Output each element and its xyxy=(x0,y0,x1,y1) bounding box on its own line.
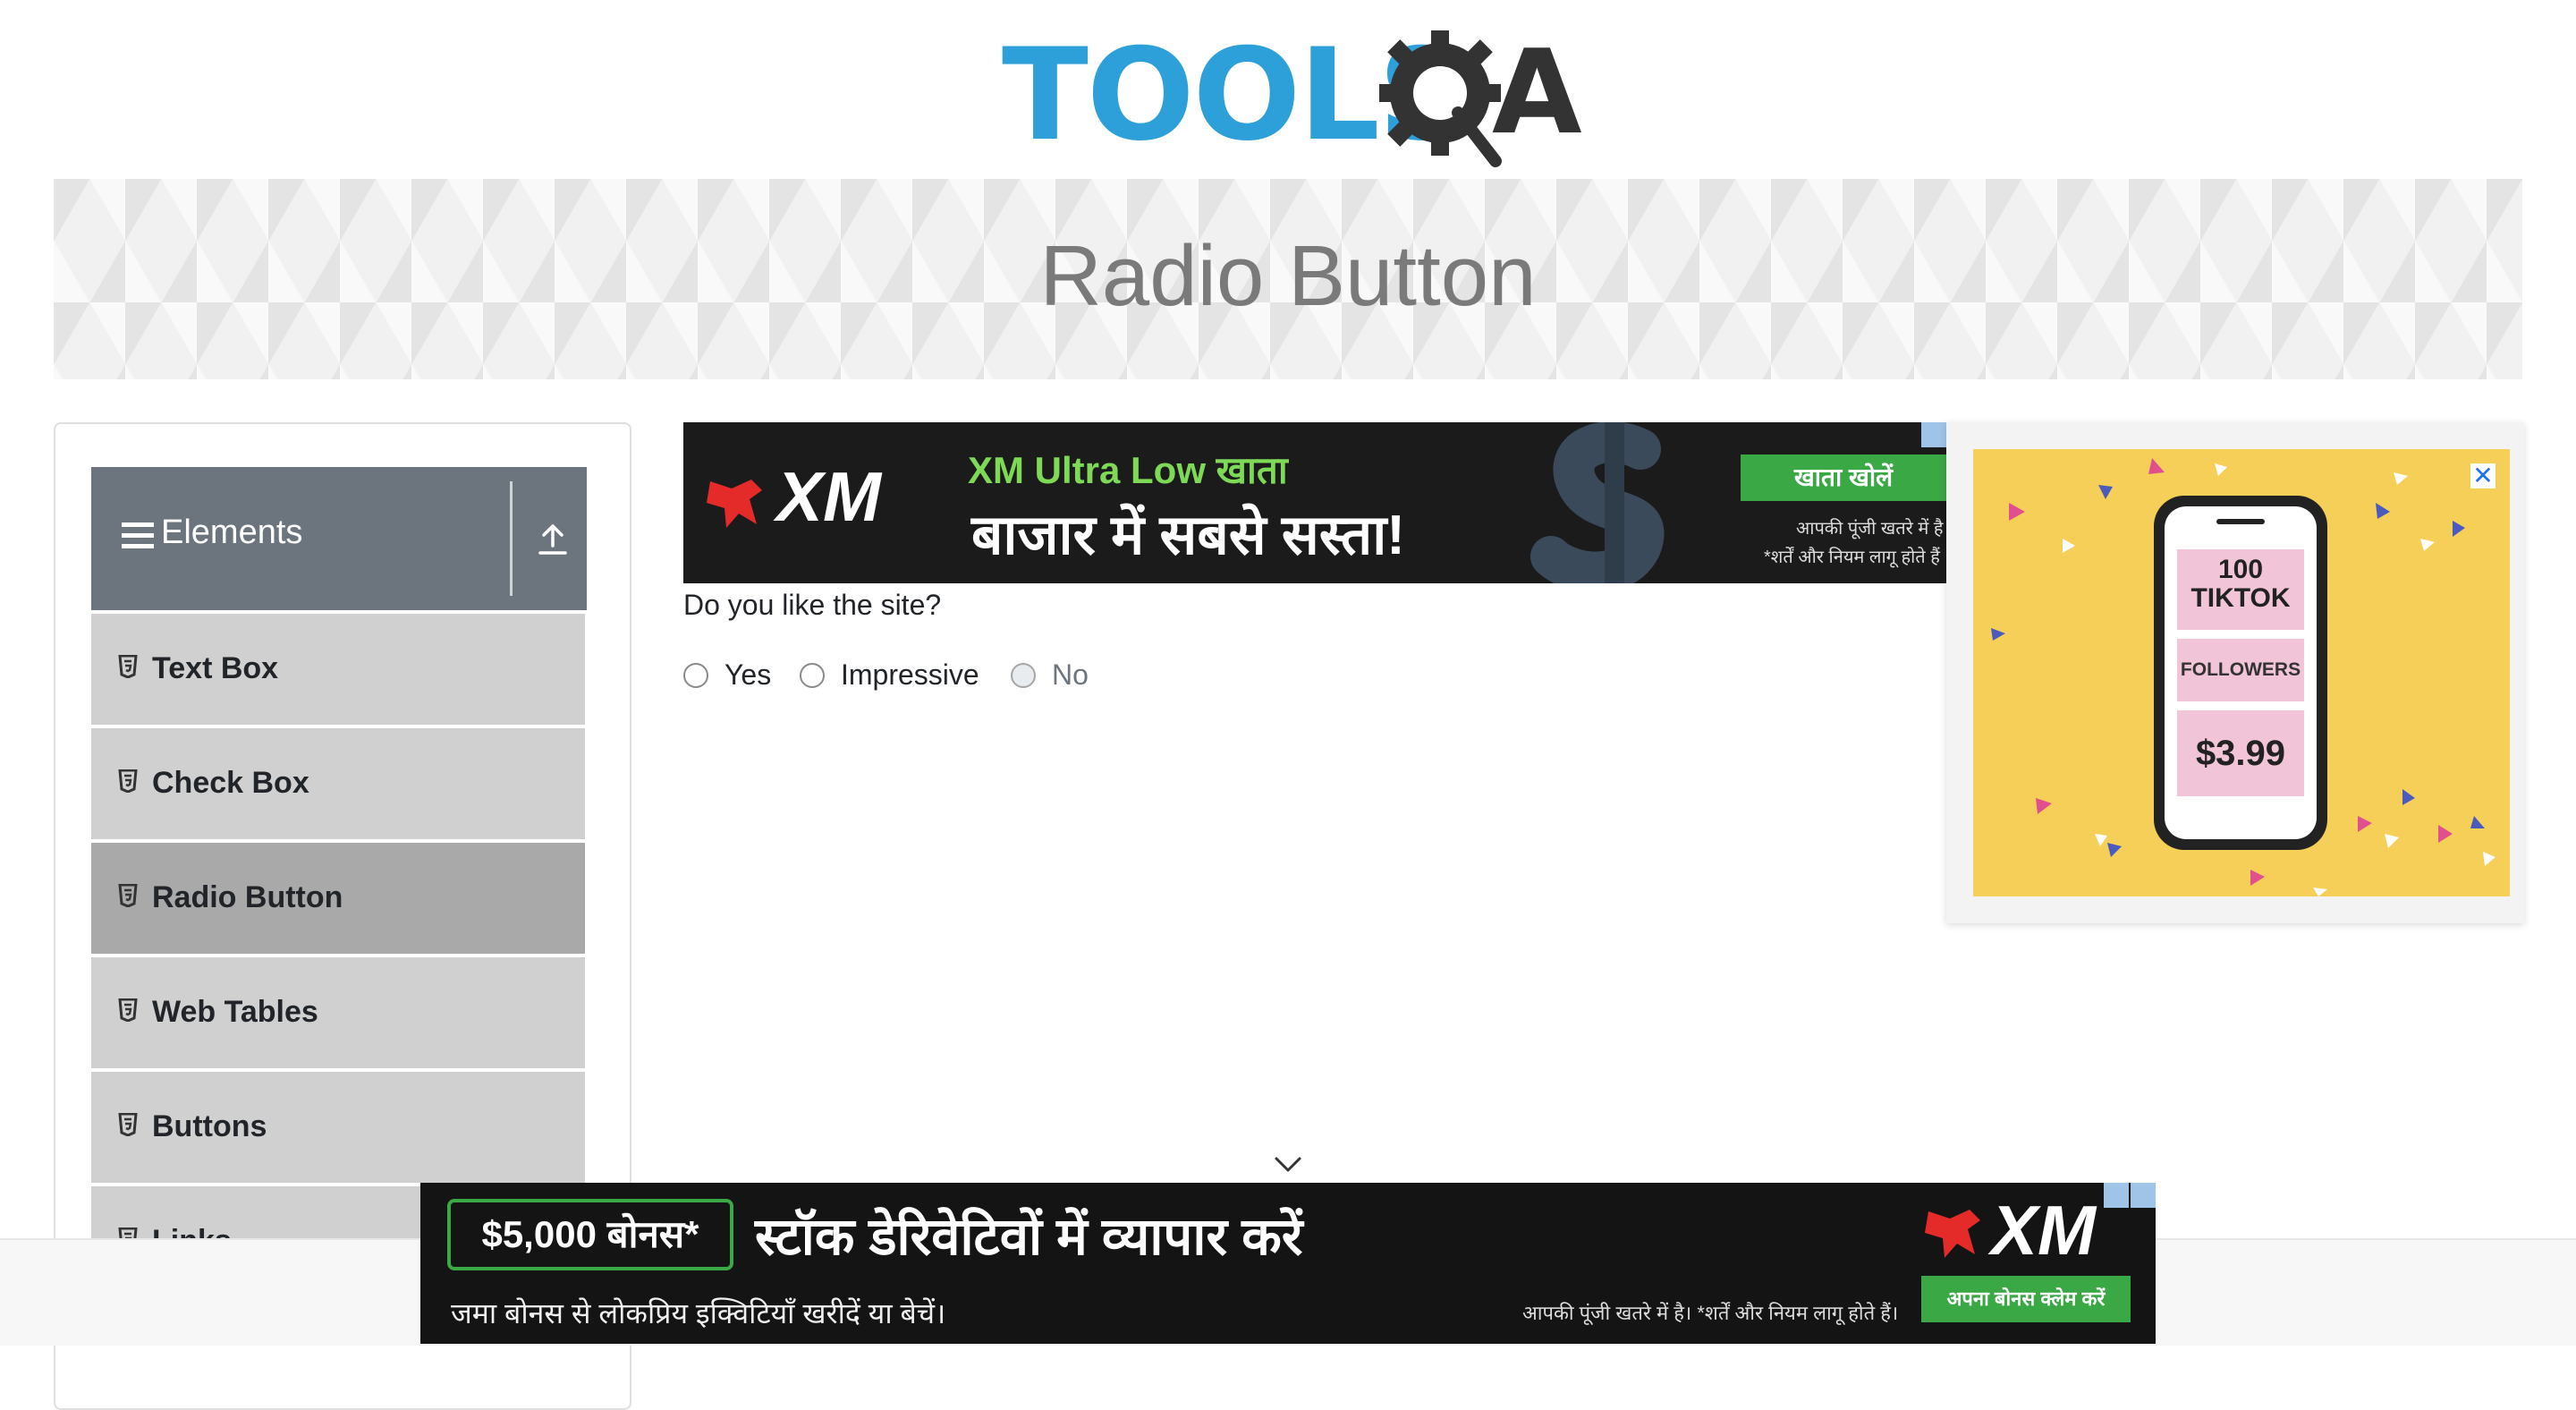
html5-icon xyxy=(118,769,138,793)
radio-yes-input[interactable] xyxy=(683,662,708,688)
close-ad-icon[interactable] xyxy=(2131,1183,2156,1208)
sidebar-item-label: Text Box xyxy=(152,651,279,685)
side-ad-line3: FOLLOWERS xyxy=(2177,639,2304,701)
radio-yes-label[interactable]: Yes xyxy=(724,658,771,692)
phone-screen: 100 TIKTOK FOLLOWERS $3.99 xyxy=(2165,506,2317,839)
top-ad-disclaimer-1: आपकी पूंजी खतरे में है xyxy=(1796,519,1944,539)
header-divider xyxy=(510,481,513,596)
bottom-ad-disclaimer: आपकी पूंजी खतरे में है। *शर्तें और नियम … xyxy=(1522,1302,1899,1324)
top-ad-disclaimer-2: *शर्तें और नियम लागू होते हैं xyxy=(1764,548,1940,567)
dollar-sign-icon xyxy=(1530,422,1665,583)
sidebar-item-label: Buttons xyxy=(152,1109,267,1143)
html5-icon xyxy=(118,998,138,1022)
radio-impressive-input[interactable] xyxy=(800,662,825,688)
sidebar-item-label: Web Tables xyxy=(152,995,318,1029)
chevron-down-icon[interactable] xyxy=(1274,1156,1302,1174)
top-ad-banner[interactable]: XM XM Ultra Low खाता बाजार में सबसे सस्त… xyxy=(683,422,1946,583)
html5-icon xyxy=(118,1113,138,1136)
radio-no-label: No xyxy=(1052,658,1089,691)
top-ad-brand: XM xyxy=(776,457,881,536)
bonus-badge: $5,000 बोनस* xyxy=(447,1199,733,1270)
menu-icon xyxy=(122,522,154,549)
ad-choices-icon[interactable] xyxy=(1921,422,1946,447)
bottom-ad-brand: XM xyxy=(1991,1191,2096,1270)
close-ad-icon[interactable]: ✕ xyxy=(2470,463,2496,488)
phone-speaker xyxy=(2216,519,2265,524)
sidebar-item-label: Check Box xyxy=(152,766,309,800)
bottom-ad-cta-button[interactable]: अपना बोनस क्लेम करें xyxy=(1921,1276,2131,1322)
sidebar-item-web-tables[interactable]: Web Tables xyxy=(91,957,585,1072)
radio-impressive-label[interactable]: Impressive xyxy=(841,658,979,692)
bottom-ad-sub: जमा बोनस से लोकप्रिय इक्विटियाँ खरीदें य… xyxy=(451,1297,946,1329)
top-ad-subheadline: बाजार में सबसे सस्ता! xyxy=(971,505,1405,566)
toolsqa-logo[interactable]: TOOLS A xyxy=(1002,24,1583,167)
radio-no: No xyxy=(1011,658,1089,692)
sidebar-item-buttons[interactable]: Buttons xyxy=(91,1072,585,1186)
side-ad[interactable]: 100 TIKTOK FOLLOWERS $3.99 ✕ xyxy=(1946,422,2524,923)
tiktok-followers-count: 100 TIKTOK xyxy=(2177,549,2304,630)
side-ad-line2: TIKTOK xyxy=(2190,583,2291,613)
bottom-ad-headline: स्टॉक डेरिवेटिवों में व्यापार करें xyxy=(755,1208,1303,1266)
sidebar-item-radio-button[interactable]: Radio Button xyxy=(91,843,585,957)
xm-bull-logo-icon xyxy=(1925,1210,1980,1258)
html5-icon xyxy=(118,884,138,907)
radio-no-input xyxy=(1011,662,1036,688)
sidebar-item-label: Radio Button xyxy=(152,880,343,914)
top-ad-cta-button[interactable]: खाता खोलें xyxy=(1741,454,1946,501)
sidebar-item-check-box[interactable]: Check Box xyxy=(91,728,585,843)
side-ad-price: $3.99 xyxy=(2177,710,2304,796)
ad-choices-icon[interactable] xyxy=(2104,1183,2129,1208)
top-ad-headline: XM Ultra Low खाता xyxy=(968,449,1288,491)
radio-yes[interactable]: Yes xyxy=(683,658,771,692)
xm-bull-logo-icon xyxy=(707,480,762,528)
page-title: Radio Button xyxy=(1039,228,1537,324)
phone-frame: 100 TIKTOK FOLLOWERS $3.99 xyxy=(2154,496,2327,850)
question-text: Do you like the site? xyxy=(683,589,942,621)
logo-suffix: A xyxy=(1492,24,1582,160)
side-ad-line1: 100 xyxy=(2217,555,2264,584)
group-label: Elements xyxy=(161,514,303,551)
sidebar-item-text-box[interactable]: Text Box xyxy=(91,614,585,728)
radio-impressive[interactable]: Impressive xyxy=(800,658,979,692)
side-ad-creative[interactable]: 100 TIKTOK FOLLOWERS $3.99 ✕ xyxy=(1973,449,2510,896)
upload-icon[interactable] xyxy=(535,521,571,556)
html5-icon xyxy=(118,655,138,678)
bottom-ad-banner[interactable]: $5,000 बोनस* स्टॉक डेरिवेटिवों में व्याप… xyxy=(420,1183,2156,1344)
page-banner: Radio Button xyxy=(54,179,2522,379)
elements-group-header[interactable]: Elements xyxy=(91,467,587,610)
